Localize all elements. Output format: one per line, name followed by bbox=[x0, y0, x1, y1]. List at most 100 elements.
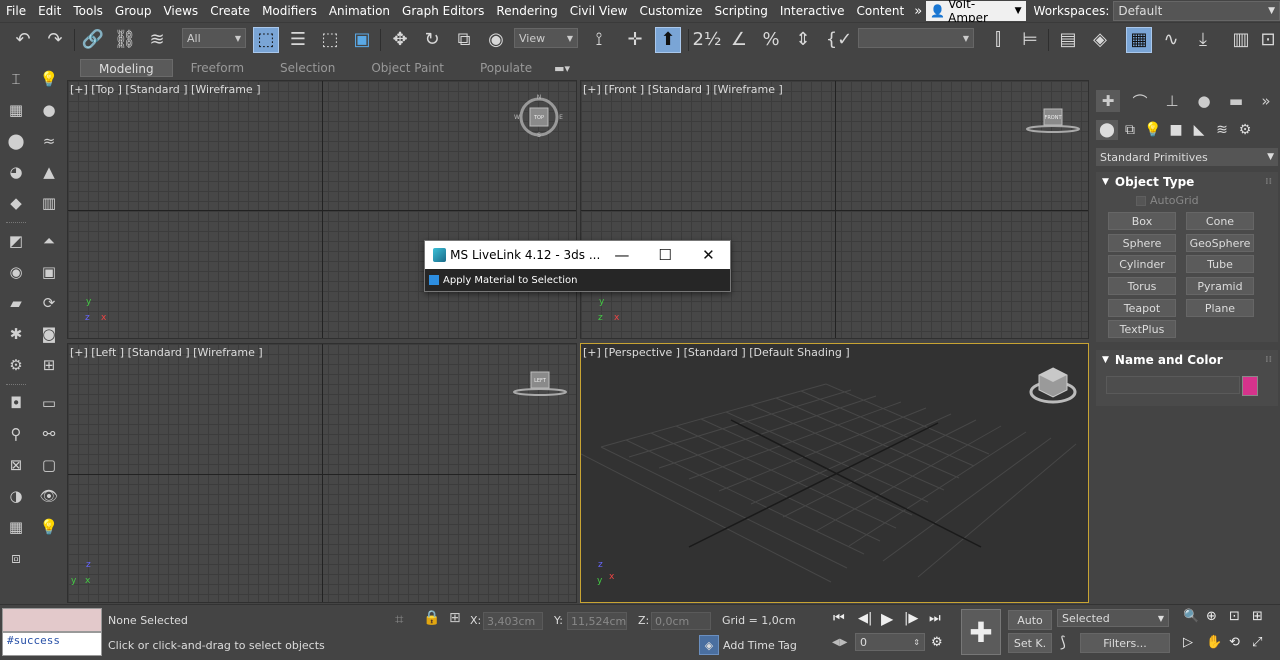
cylinder-button[interactable]: Cylinder bbox=[1108, 255, 1176, 273]
move-icon[interactable]: ✥ bbox=[387, 27, 413, 53]
z-coord-field[interactable]: 0,0cm bbox=[651, 612, 711, 630]
workspace-dropdown[interactable]: Default ▼ bbox=[1113, 1, 1280, 21]
maxscript-output[interactable]: #success bbox=[2, 632, 102, 656]
modifier-icon[interactable]: ▢ bbox=[38, 454, 60, 476]
sort-icon[interactable]: ⌶ bbox=[5, 68, 27, 90]
select-children-icon[interactable]: ⊞ bbox=[38, 354, 60, 376]
filters-button[interactable]: Filters... bbox=[1080, 633, 1170, 653]
previous-frame-icon[interactable]: ◀| bbox=[858, 611, 872, 626]
display-helpers-icon[interactable]: ◉ bbox=[5, 261, 27, 283]
tab-selection[interactable]: Selection bbox=[262, 59, 353, 77]
box-button[interactable]: Box bbox=[1108, 212, 1176, 230]
systems-category-icon[interactable]: ⚙ bbox=[1234, 120, 1256, 140]
selection-lock-icon[interactable]: 🔒 bbox=[423, 610, 440, 626]
viewport-perspective[interactable]: [+] [Perspective ] [Standard ] [Default … bbox=[580, 343, 1089, 603]
menu-civil-view[interactable]: Civil View bbox=[564, 0, 634, 22]
menu-group[interactable]: Group bbox=[109, 0, 158, 22]
viewport-label[interactable]: [+] [Left ] [Standard ] [Wireframe ] bbox=[70, 346, 263, 359]
play-icon[interactable]: ▶ bbox=[881, 609, 893, 628]
keyboard-shortcut-override-icon[interactable]: ⬆ bbox=[655, 27, 681, 53]
cone-button[interactable]: Cone bbox=[1186, 212, 1254, 230]
time-tag-icon[interactable]: ◈ bbox=[699, 635, 719, 655]
link-icon[interactable]: 🔗 bbox=[80, 27, 106, 53]
autogrid-checkbox[interactable] bbox=[1136, 195, 1146, 206]
menu-modifiers[interactable]: Modifiers bbox=[256, 0, 323, 22]
helpers-icon[interactable]: ⚲ bbox=[5, 423, 27, 445]
tab-freeform[interactable]: Freeform bbox=[173, 59, 262, 77]
viewport-front[interactable]: [+] [Front ] [Standard ] [Wireframe ] FR… bbox=[580, 80, 1089, 339]
viewcube[interactable]: LEFT bbox=[512, 366, 567, 406]
render-setup-icon[interactable]: ⊡ bbox=[1258, 27, 1278, 53]
next-frame-icon[interactable]: |▶ bbox=[904, 611, 918, 626]
undo-icon[interactable]: ↶ bbox=[10, 27, 36, 53]
viewcube[interactable]: TOP N S E W bbox=[514, 93, 564, 139]
menu-rendering[interactable]: Rendering bbox=[490, 0, 563, 22]
plane-button[interactable]: Plane bbox=[1186, 299, 1254, 317]
display-warps-icon[interactable]: ✱ bbox=[5, 323, 27, 345]
scene-explorer-icon[interactable]: ▤ bbox=[1055, 27, 1081, 53]
align-icon[interactable]: ⊨ bbox=[1017, 27, 1043, 53]
scale-icon[interactable]: ⧉ bbox=[451, 27, 477, 53]
viewport-label[interactable]: [+] [Perspective ] [Standard ] [Default … bbox=[583, 346, 850, 359]
texture-icon[interactable]: ▦ bbox=[5, 516, 27, 538]
mirror-icon[interactable]: ⫿ bbox=[985, 27, 1011, 53]
display-groups-icon[interactable]: ⚙ bbox=[5, 354, 27, 376]
find-icon[interactable]: ⚯ bbox=[38, 423, 60, 445]
space-warps-category-icon[interactable]: ≋ bbox=[1211, 120, 1233, 140]
shapes-category-icon[interactable]: ⧉ bbox=[1119, 120, 1141, 140]
object-type-header[interactable]: ▼ Object Type ⁞⁞ bbox=[1096, 172, 1278, 192]
pan-icon[interactable]: ✋ bbox=[1206, 635, 1222, 650]
orbit-icon[interactable]: ⟲ bbox=[1229, 635, 1240, 650]
viewcube[interactable]: FRONT bbox=[1025, 103, 1080, 143]
geometry-category-icon[interactable]: ⬤ bbox=[1096, 120, 1118, 140]
percent-snap-icon[interactable]: % bbox=[758, 27, 784, 53]
close-icon[interactable]: ✕ bbox=[687, 246, 730, 264]
sphere-button[interactable]: Sphere bbox=[1108, 234, 1176, 252]
key-filters-icon[interactable]: ⟆ bbox=[1060, 633, 1066, 651]
frozen-icon[interactable]: ▥ bbox=[38, 192, 60, 214]
apply-material-checkbox[interactable] bbox=[429, 275, 439, 285]
xrefs-icon[interactable]: ▣ bbox=[38, 261, 60, 283]
pyramid-button[interactable]: Pyramid bbox=[1186, 277, 1254, 295]
material-icon[interactable]: ◑ bbox=[5, 485, 27, 507]
light-icon[interactable]: 💡 bbox=[38, 516, 60, 538]
snaps-toggle-icon[interactable]: 2½ bbox=[693, 27, 722, 53]
containers-icon[interactable]: ▲ bbox=[38, 161, 60, 183]
pivot-center-icon[interactable]: ⟟ bbox=[586, 27, 612, 53]
absolute-mode-icon[interactable]: ⊞ bbox=[449, 610, 461, 626]
maximize-icon[interactable]: ☐ bbox=[644, 246, 687, 264]
teapot-button[interactable]: Teapot bbox=[1108, 299, 1176, 317]
display-all-icon[interactable]: ▦ bbox=[5, 99, 27, 121]
unlink-icon[interactable]: ⛓ bbox=[112, 27, 138, 53]
y-coord-field[interactable]: 11,524cm bbox=[567, 612, 627, 630]
select-manipulate-icon[interactable]: ✛ bbox=[622, 27, 648, 53]
curve-editor-icon[interactable]: ∿ bbox=[1158, 27, 1184, 53]
primitive-type-dropdown[interactable]: Standard Primitives ▼ bbox=[1096, 148, 1278, 166]
lights-category-icon[interactable]: 💡 bbox=[1142, 120, 1164, 140]
hierarchy-tab-icon[interactable]: ⊥ bbox=[1160, 90, 1184, 112]
viewport-label[interactable]: [+] [Top ] [Standard ] [Wireframe ] bbox=[70, 83, 261, 96]
zoom-extents-icon[interactable]: ⊡ bbox=[1229, 609, 1240, 624]
motion-tab-icon[interactable]: ● bbox=[1192, 90, 1216, 112]
field-of-view-icon[interactable]: ▷ bbox=[1183, 635, 1193, 650]
place-icon[interactable]: ◉ bbox=[483, 27, 509, 53]
isolate-selection-icon[interactable]: ⌗ bbox=[395, 610, 403, 628]
drag-handle-icon[interactable]: ⁞⁞ bbox=[1265, 355, 1272, 365]
go-to-start-icon[interactable]: ⏮ bbox=[833, 611, 845, 626]
menu-content[interactable]: Content bbox=[851, 0, 911, 22]
maximize-viewport-icon[interactable]: ⤢ bbox=[1252, 635, 1262, 650]
viewport-top[interactable]: [+] [Top ] [Standard ] [Wireframe ] TOP … bbox=[67, 80, 577, 339]
apply-material-label[interactable]: Apply Material to Selection bbox=[443, 275, 578, 286]
geosphere-button[interactable]: GeoSphere bbox=[1186, 234, 1254, 252]
named-selection-set-dropdown[interactable]: ▼ bbox=[858, 28, 974, 48]
toggle-ribbon-icon[interactable]: ▦ bbox=[1126, 27, 1152, 53]
bones-icon[interactable]: ⏶ bbox=[38, 230, 60, 252]
tab-object-paint[interactable]: Object Paint bbox=[353, 59, 462, 77]
torus-button[interactable]: Torus bbox=[1108, 277, 1176, 295]
menu-overflow-icon[interactable]: » bbox=[910, 4, 926, 19]
object-color-swatch[interactable] bbox=[1242, 376, 1258, 396]
set-key-button[interactable]: Set K. bbox=[1008, 633, 1052, 653]
user-account-dropdown[interactable]: 👤 Volt-Amper ▼ bbox=[926, 0, 1026, 25]
edit-named-selection-icon[interactable]: {✓ bbox=[826, 27, 853, 53]
schematic-view-icon[interactable]: ⤓ bbox=[1190, 27, 1216, 53]
